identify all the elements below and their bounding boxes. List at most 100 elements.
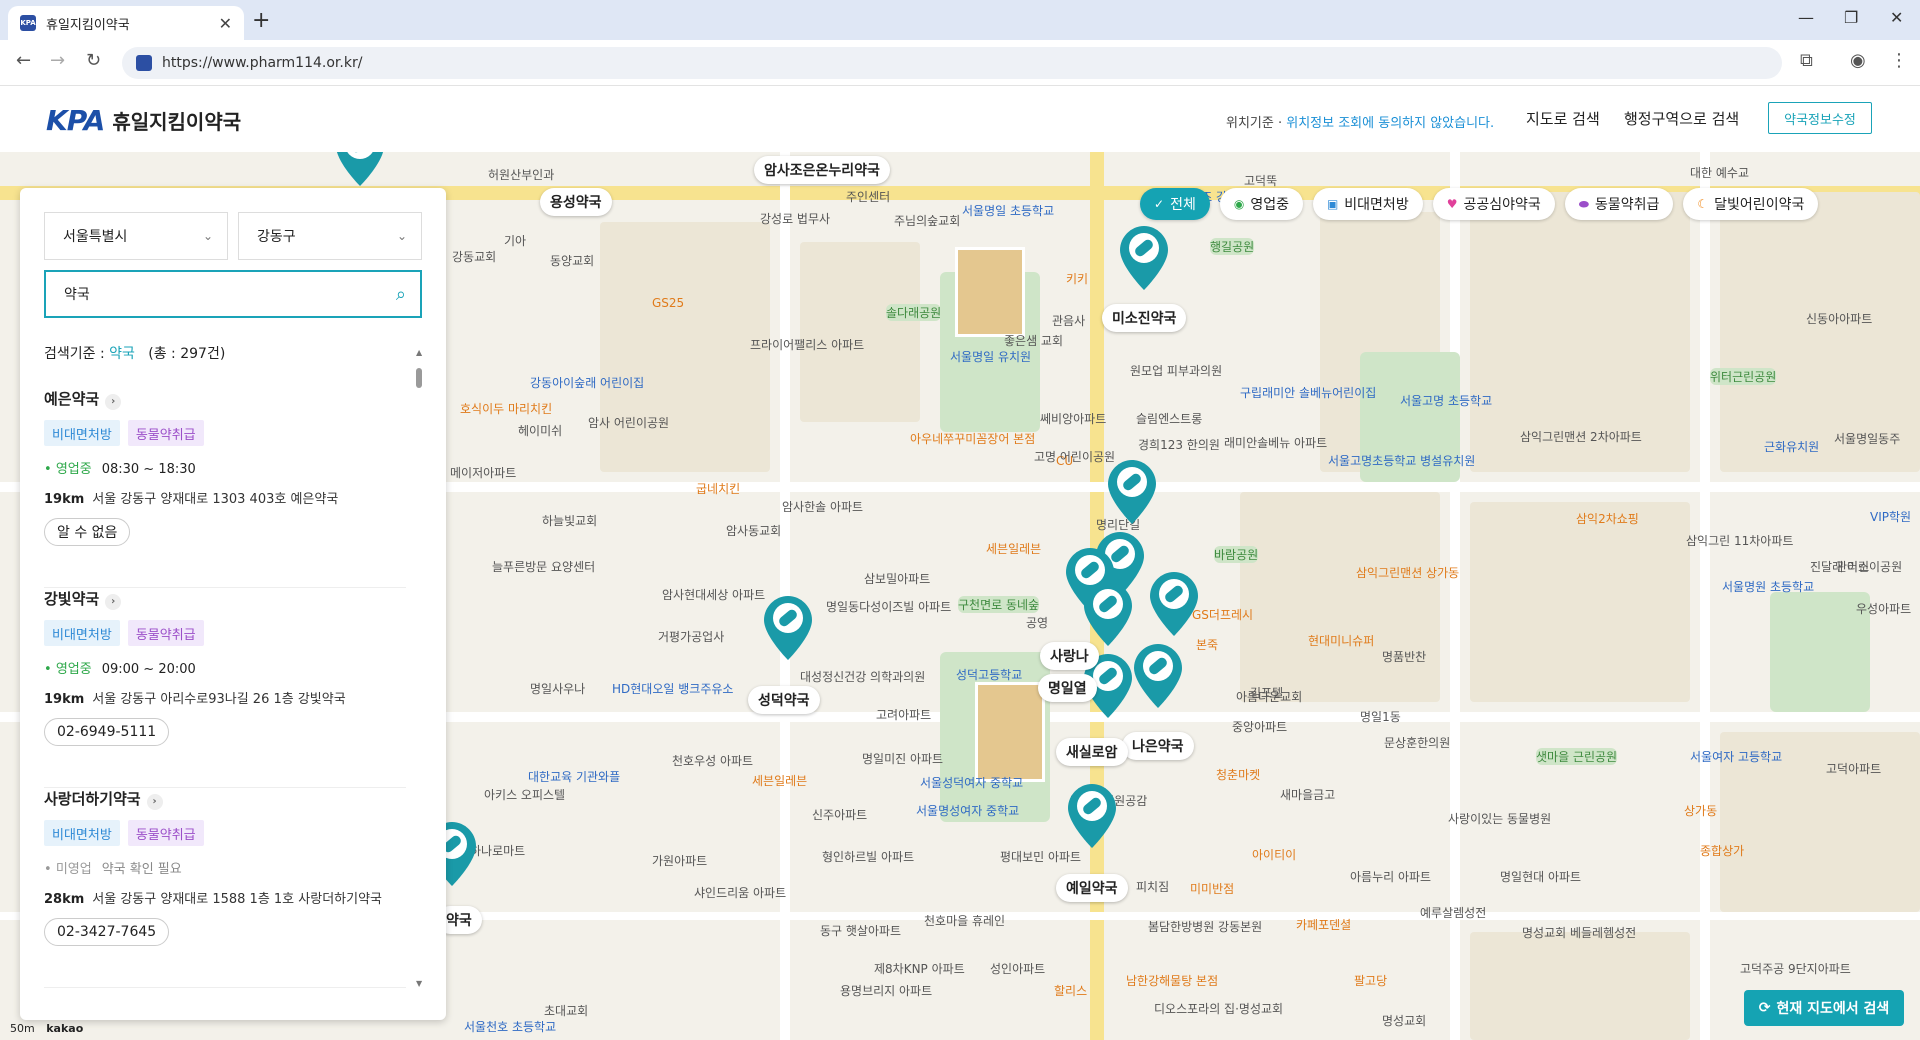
restore-icon[interactable]: ❐ (1844, 8, 1858, 27)
scroll-up-icon[interactable]: ▲ (416, 348, 422, 357)
map-label: 천호마을 휴레인 (924, 914, 1006, 928)
pharmacy-pin[interactable] (1134, 644, 1182, 708)
list-item[interactable]: 예은약국 › 비대면처방 동물약취급 • 영업중 08:30 ~ 18:30 19k… (44, 388, 406, 588)
profile-icon[interactable]: ◉ (1850, 50, 1866, 71)
search-this-area-button[interactable]: ⟳ 현재 지도에서 검색 (1744, 990, 1904, 1026)
map-label: 명일현대 아파트 (1500, 870, 1582, 884)
filter-label: 비대면처방 (1344, 197, 1409, 213)
reload-icon[interactable]: ↻ (86, 50, 101, 71)
scroll-thumb[interactable] (416, 368, 422, 388)
scale-text: 50m (10, 1022, 35, 1035)
filter-moonlight[interactable]: ☾ 달빛어린이약국 (1683, 188, 1819, 220)
tag-animal: 동물약취급 (127, 620, 204, 646)
map-label: 서울명성여자 중학교 (916, 804, 1020, 818)
new-tab-icon[interactable]: + (252, 8, 270, 33)
list-item[interactable]: 사랑더하기약국 › 비대면처방 동물약취급 • 미영업 약국 확인 필요 28km 서… (44, 788, 406, 988)
map-label: 관음사 (1052, 314, 1086, 328)
filter-animal[interactable]: ⬬ 동물약취급 (1564, 188, 1674, 220)
pharmacy-label[interactable]: 예일약국 (1056, 874, 1128, 902)
list-scrollbar[interactable]: ▲ ▼ (416, 348, 422, 988)
list-item[interactable]: 강빛약국 › 비대면처방 동물약취급 • 영업중 09:00 ~ 20:00 19k… (44, 588, 406, 788)
search-input[interactable]: 약국 ⌕ (44, 270, 422, 318)
pharmacy-label[interactable]: 성덕약국 (748, 686, 820, 714)
scroll-down-icon[interactable]: ▼ (416, 979, 422, 988)
pharmacy-label[interactable]: 명일열 (1038, 674, 1097, 702)
location-warning[interactable]: 위치정보 조회에 동의하지 않았습니다. (1286, 116, 1494, 131)
map-label: 쎄비앙아파트 (1040, 412, 1107, 426)
pharmacy-label[interactable]: 용성약국 (540, 188, 612, 216)
search-icon[interactable]: ⌕ (396, 284, 406, 305)
map-label: 고려아파트 (876, 708, 932, 722)
map-label: 굽네치킨 (696, 482, 741, 496)
distance: 28km (44, 892, 85, 907)
pharmacy-name-text: 강빛약국 (44, 590, 100, 608)
map-label: 신동아아파트 (1806, 312, 1873, 326)
school-ground (1770, 592, 1870, 712)
map-label: 본죽 (1196, 638, 1219, 652)
map-label: 세븐일레븐 (986, 542, 1042, 556)
map-label: 명일1동 (1360, 710, 1401, 724)
filter-all[interactable]: ✓ 전체 (1140, 188, 1210, 220)
address-text: 서울 강동구 양재대로 1588 1층 1호 사랑더하기약국 (92, 892, 382, 907)
pharmacy-name[interactable]: 사랑더하기약국 › (44, 788, 163, 810)
tab-close-icon[interactable]: ✕ (219, 14, 232, 33)
pharmacy-pin[interactable] (764, 596, 812, 660)
pharmacy-pin[interactable] (336, 152, 384, 186)
filter-open[interactable]: ◉ 영업중 (1219, 188, 1303, 220)
phone-button[interactable]: 02-3427-7645 (44, 918, 170, 946)
map-label: 서울명일 유치원 (950, 350, 1032, 364)
pharmacy-name[interactable]: 예은약국 › (44, 388, 122, 410)
pharmacy-label[interactable]: 나은약국 (1122, 732, 1194, 760)
map-label: 새마을금고 (1280, 788, 1336, 802)
map-label: 래미안솔베뉴 아파트 (1224, 436, 1328, 450)
menu-icon[interactable]: ⋮ (1890, 50, 1908, 71)
window-close-icon[interactable]: ✕ (1890, 8, 1903, 27)
map-label: 암사현대세상 아파트 (662, 588, 766, 602)
pharmacy-label[interactable]: 암사조은온누리약국 (754, 156, 890, 184)
district-select-value: 강동구 (257, 229, 296, 245)
map-label: 삼익그린맨션 2차아파트 (1520, 430, 1642, 444)
district-select[interactable]: 강동구 ⌄ (238, 212, 422, 260)
status-badge: • 영업중 (44, 462, 92, 477)
pharmacy-label[interactable]: 새실로암 (1056, 738, 1128, 766)
map-label: 평대보민 아파트 (1000, 850, 1082, 864)
pharmacy-name[interactable]: 강빛약국 › (44, 588, 122, 610)
pharmacy-pin[interactable] (1068, 784, 1116, 848)
edit-pharmacy-info-button[interactable]: 약국정보수정 (1768, 102, 1872, 134)
pharmacy-pin[interactable] (1108, 460, 1156, 524)
filter-night[interactable]: ♥ 공공심야약국 (1432, 188, 1555, 220)
forward-icon[interactable]: → (50, 50, 65, 71)
phone-button[interactable]: 02-6949-5111 (44, 718, 170, 746)
refresh-icon: ⟳ (1758, 1000, 1771, 1016)
minimize-icon[interactable]: — (1798, 8, 1814, 27)
site-header: KPA 휴일지킴이약국 위치기준 · 위치정보 조회에 동의하지 않았습니다. … (0, 86, 1920, 152)
extensions-icon[interactable]: ⧉ (1800, 50, 1813, 71)
site-info-icon[interactable] (136, 55, 152, 71)
map-label: 행길공원 (1210, 238, 1255, 255)
map-label: 기아 (504, 234, 527, 248)
map-label: 남한강해물탕 본점 (1126, 974, 1219, 988)
map-label: 암사한솔 아파트 (782, 500, 864, 514)
nav-region-search[interactable]: 행정구역으로 검색 (1624, 108, 1739, 129)
map-label: 하늘빛교회 (542, 514, 598, 528)
address: 19km 서울 강동구 아리수로93나길 26 1층 강빛약국 (44, 688, 346, 707)
map-label: 호식이두 마리치킨 (460, 402, 553, 416)
pharmacy-pin[interactable] (1150, 572, 1198, 636)
city-select[interactable]: 서울특별시 ⌄ (44, 212, 228, 260)
pharmacy-pin[interactable] (1120, 226, 1168, 290)
phone-button[interactable]: 알 수 없음 (44, 518, 131, 546)
pharmacy-pin[interactable] (1084, 582, 1132, 646)
pharmacy-label[interactable]: 사랑나 (1040, 642, 1099, 670)
browser-tab[interactable]: KPA 휴일지킴이약국 ✕ (8, 6, 244, 40)
map-label: 서울명원 초등학교 (1722, 580, 1815, 594)
map-label: 용명브리지 아파트 (840, 984, 933, 998)
pharmacy-label[interactable]: 미소진약국 (1102, 304, 1187, 332)
site-logo[interactable]: KPA 휴일지킴이약국 (46, 104, 241, 137)
filter-telemedicine[interactable]: ▣ 비대면처방 (1312, 188, 1423, 220)
tag-telemedicine: 비대면처방 (44, 420, 120, 446)
back-icon[interactable]: ← (16, 50, 31, 71)
url-field[interactable]: https://www.pharm114.or.kr/ (122, 47, 1782, 79)
chevron-right-icon: › (105, 394, 122, 410)
moon-icon: ☾ (1697, 197, 1709, 211)
nav-map-search[interactable]: 지도로 검색 (1526, 108, 1600, 129)
